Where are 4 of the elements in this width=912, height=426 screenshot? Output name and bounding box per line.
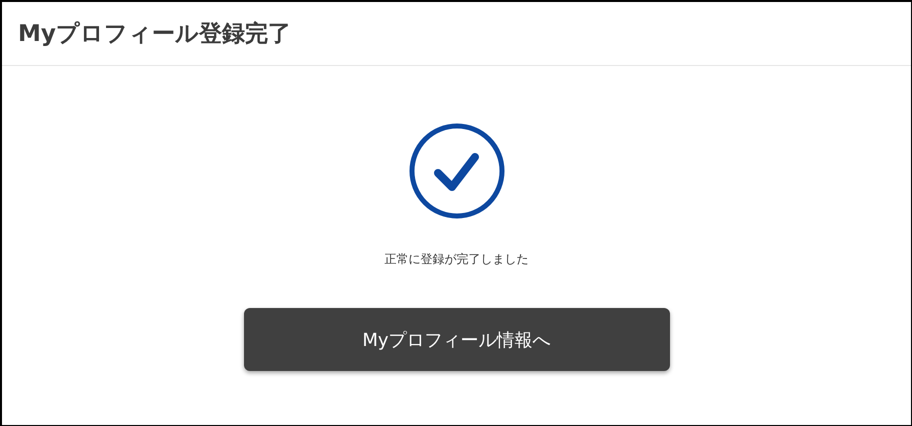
checkmark-circle-icon bbox=[408, 122, 506, 220]
profile-info-button[interactable]: Myプロフィール情報へ bbox=[244, 308, 670, 371]
page-title: Myプロフィール登録完了 bbox=[18, 20, 291, 49]
success-message: 正常に登録が完了しました bbox=[384, 251, 528, 268]
